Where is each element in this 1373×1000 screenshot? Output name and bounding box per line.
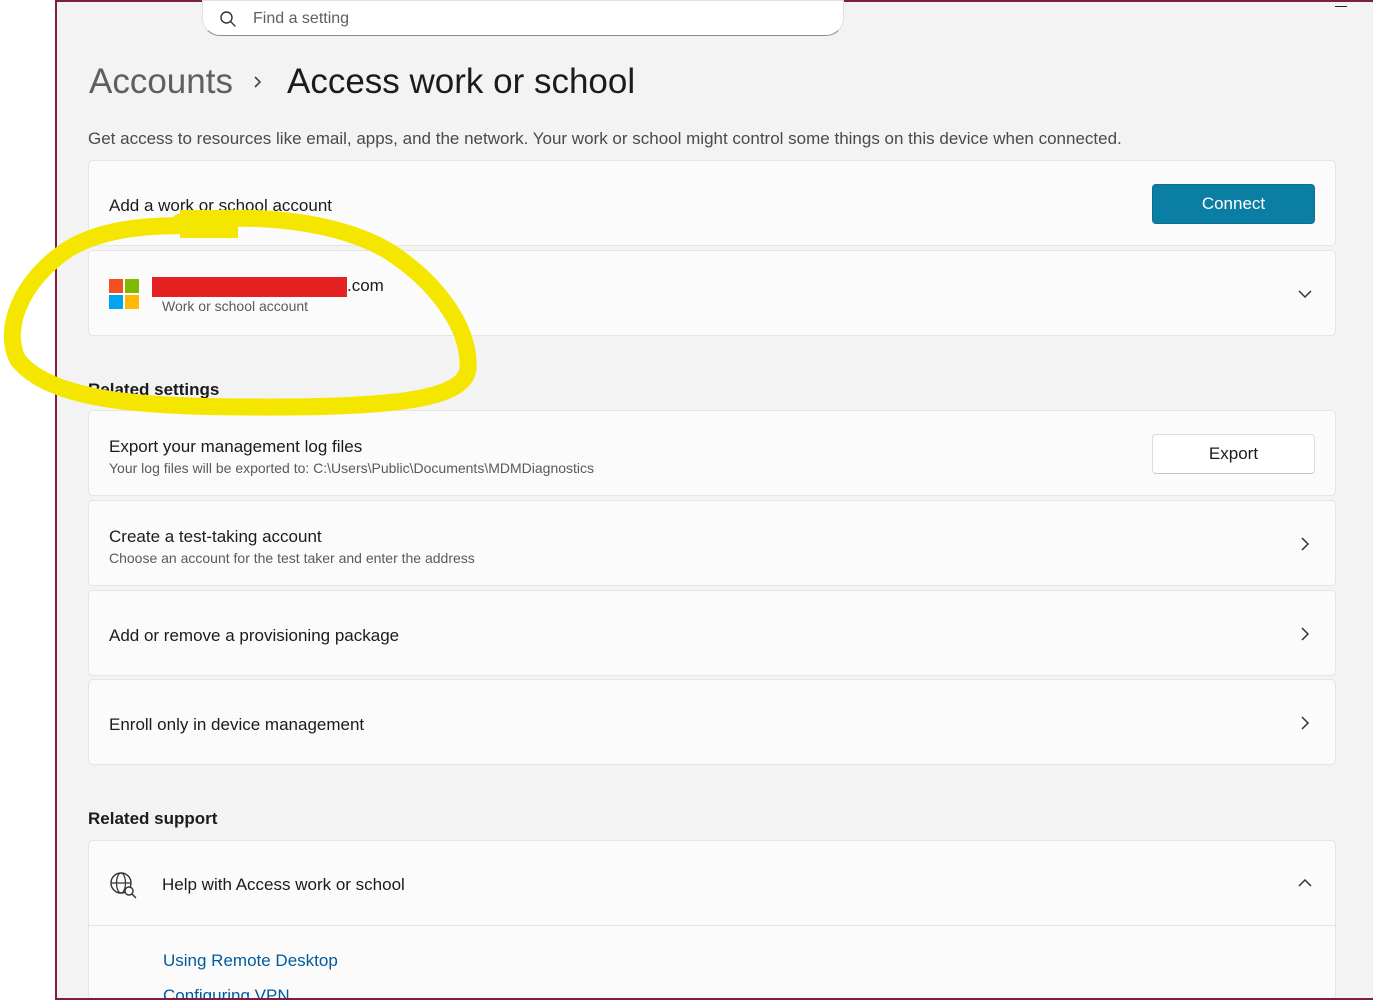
chevron-right-icon	[1301, 716, 1310, 730]
provisioning-card[interactable]: Add or remove a provisioning package	[88, 590, 1336, 676]
chevron-right-icon	[1301, 627, 1310, 641]
provisioning-title: Add or remove a provisioning package	[109, 626, 400, 645]
minimize-icon[interactable]	[1333, 0, 1349, 14]
chevron-right-icon	[1301, 537, 1310, 551]
globe-search-icon	[110, 872, 137, 899]
export-logs-title: Export your management log files	[109, 437, 363, 456]
breadcrumb: Accounts Access work or school	[89, 58, 635, 106]
help-panel: Help with Access work or school Using Re…	[88, 840, 1336, 998]
page-title: Access work or school	[286, 62, 636, 101]
related-settings-heading: Related settings	[88, 380, 220, 399]
add-account-card: Add a work or school account Connect	[88, 160, 1336, 246]
export-button[interactable]: Export	[1152, 434, 1315, 474]
search-icon	[220, 11, 236, 27]
export-logs-subtitle: Your log files will be exported to: C:\U…	[109, 460, 595, 476]
related-support-heading: Related support	[88, 809, 218, 828]
chevron-down-icon[interactable]	[1297, 286, 1313, 302]
help-title: Help with Access work or school	[162, 875, 405, 894]
test-account-subtitle: Choose an account for the test taker and…	[109, 550, 475, 566]
connect-button[interactable]: Connect	[1152, 184, 1315, 224]
test-account-title: Create a test-taking account	[109, 527, 322, 546]
redacted-email	[152, 277, 347, 297]
settings-window: Accounts Access work or school Get acces…	[55, 0, 1373, 1000]
enroll-title: Enroll only in device management	[109, 715, 365, 734]
help-header[interactable]: Help with Access work or school	[89, 841, 1335, 926]
account-type: Work or school account	[162, 298, 309, 314]
work-account-card[interactable]: .com Work or school account	[88, 250, 1336, 336]
page-description: Get access to resources like email, apps…	[88, 129, 1122, 148]
breadcrumb-accounts[interactable]: Accounts	[89, 62, 233, 102]
test-account-card[interactable]: Create a test-taking account Choose an a…	[88, 500, 1336, 586]
export-logs-card: Export your management log files Your lo…	[88, 410, 1336, 496]
chevron-up-icon[interactable]	[1297, 875, 1313, 891]
microsoft-logo-icon	[109, 279, 140, 310]
search-box[interactable]	[202, 0, 844, 36]
account-email-suffix: .com	[347, 276, 384, 295]
link-configuring-vpn[interactable]: Configuring VPN	[163, 986, 290, 998]
enroll-card[interactable]: Enroll only in device management	[88, 679, 1336, 765]
search-input[interactable]	[253, 8, 813, 30]
chevron-right-icon	[254, 76, 262, 88]
add-account-label: Add a work or school account	[109, 196, 333, 215]
link-remote-desktop[interactable]: Using Remote Desktop	[163, 951, 338, 971]
